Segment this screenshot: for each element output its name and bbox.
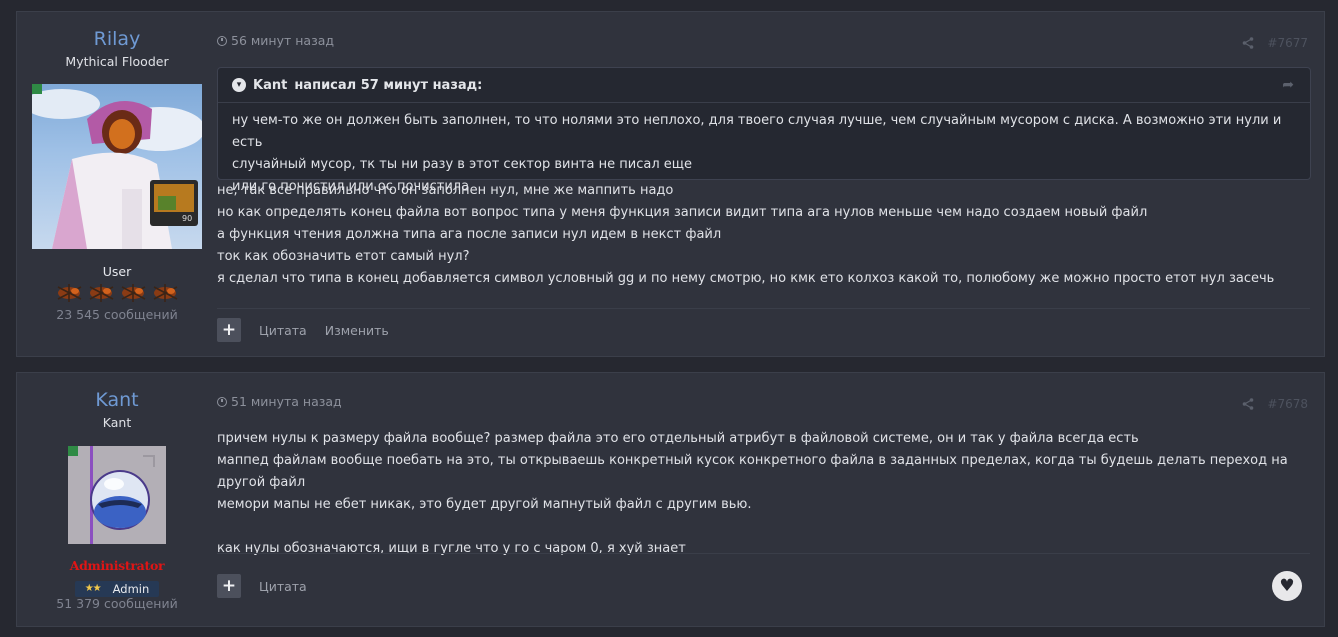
go-to-quote-icon[interactable]: ➦	[1282, 77, 1294, 93]
multiquote-plus-button[interactable]: +	[217, 318, 241, 342]
post-number[interactable]: #7677	[1267, 36, 1308, 50]
post-timestamp[interactable]: 56 минут назад	[217, 33, 334, 48]
post-line: как нулы обозначаются, ищи в гугле что у…	[217, 541, 686, 556]
posts-count: 23 545 сообщений	[56, 307, 178, 322]
divider	[217, 308, 1310, 309]
fire-ant-icon	[89, 284, 114, 302]
multiquote-plus-button[interactable]: +	[217, 574, 241, 598]
post-number[interactable]: #7678	[1267, 397, 1308, 411]
post-line: причем нулы к размеру файла вообще? разм…	[217, 431, 1139, 446]
post-time: 51 минута назад	[231, 394, 342, 409]
fire-ant-icon	[153, 284, 178, 302]
fire-ant-icon	[121, 284, 146, 302]
post-line: мемори мапы не ебет никак, это будет дру…	[217, 497, 752, 512]
author-name[interactable]: Rilay	[17, 27, 217, 51]
quote-header-suffix: написал 57 минут назад:	[294, 77, 483, 93]
post-author-panel: Kant Kant Administrator ★★ Admin 51 379 …	[17, 373, 217, 611]
quote-header: ▾ Kant написал 57 минут назад:	[218, 68, 1310, 103]
rank-label: User	[102, 264, 132, 279]
author-name[interactable]: Kant	[17, 388, 217, 412]
post-body: причем нулы к размеру файла вообще? разм…	[217, 428, 1307, 560]
post-line: ток как обозначить етот самый нул?	[217, 249, 470, 264]
avatar-image: 90	[32, 89, 202, 249]
avatar[interactable]: 90	[32, 84, 202, 249]
role-badge: ★★ Admin	[17, 576, 217, 597]
author-title: Mythical Flooder	[65, 54, 169, 69]
post-controls: + Цитата	[217, 574, 307, 598]
quote-line: ну чем-то же он должен быть заполнен, то…	[232, 113, 1282, 150]
like-button[interactable]: ♥	[1272, 571, 1302, 601]
badge-label: Admin	[112, 581, 150, 596]
share-icon[interactable]	[1242, 398, 1254, 414]
post-line	[217, 516, 1307, 538]
avatar[interactable]	[68, 446, 166, 544]
post-line: я сделал что типа в конец добавляется си…	[217, 271, 1275, 286]
post-line: маппед файлам вообще поебать на это, ты …	[217, 453, 1288, 490]
author-title: Kant	[102, 415, 132, 430]
chevron-down-icon[interactable]: ▾	[232, 78, 246, 92]
heart-icon: ♥	[1279, 576, 1295, 596]
role-label: Administrator	[69, 558, 165, 573]
post-author-panel: Rilay Mythical Flooder 90 User 23 545 со…	[17, 12, 217, 322]
fire-ant-icon	[57, 284, 82, 302]
edit-button[interactable]: Изменить	[325, 323, 389, 338]
post-body: не, так все правильно что он заполнен ну…	[217, 180, 1307, 290]
quote-button[interactable]: Цитата	[259, 579, 307, 594]
forum-post: Kant Kant Administrator ★★ Admin 51 379 …	[16, 372, 1325, 627]
post-line: не, так все правильно что он заполнен ну…	[217, 183, 674, 198]
post-time: 56 минут назад	[231, 33, 335, 48]
posts-count: 51 379 сообщений	[56, 596, 178, 611]
stars-icon: ★★	[84, 583, 102, 594]
post-line: а функция чтения должна типа ага после з…	[217, 227, 722, 242]
online-indicator	[32, 84, 42, 94]
post-controls: + Цитата Изменить	[217, 318, 389, 342]
clock-icon	[217, 35, 227, 46]
divider	[217, 553, 1310, 554]
avatar-image	[68, 446, 166, 544]
post-line: но как определять конец файла вот вопрос…	[217, 205, 1148, 220]
quote-block: ▾ Kant написал 57 минут назад: ➦ ну чем-…	[217, 67, 1311, 194]
quote-line: случайный мусор, тк ты ни разу в этот се…	[232, 157, 692, 172]
share-icon[interactable]	[1242, 37, 1254, 53]
quote-author[interactable]: Kant	[253, 78, 287, 93]
forum-post: Rilay Mythical Flooder 90 User 23 545 со…	[16, 11, 1325, 357]
quote-button[interactable]: Цитата	[259, 323, 307, 338]
svg-text:90: 90	[182, 214, 192, 223]
online-indicator	[68, 446, 78, 456]
post-timestamp[interactable]: 51 минута назад	[217, 394, 342, 409]
rank-icons	[55, 281, 180, 303]
clock-icon	[217, 396, 227, 407]
